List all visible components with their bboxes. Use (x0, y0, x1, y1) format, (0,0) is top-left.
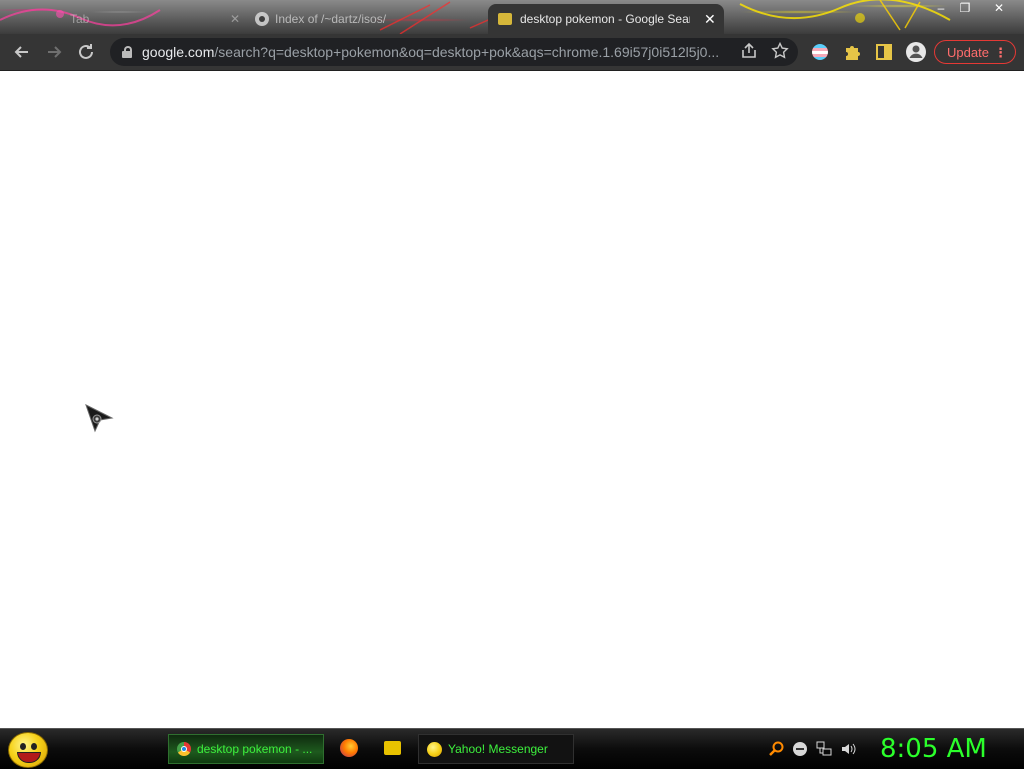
firefox-icon[interactable] (340, 739, 358, 757)
taskbar: desktop pokemon - ... Yahoo! Messenger 8… (0, 728, 1024, 769)
tab-title: Tab (70, 12, 90, 26)
url-host: google.com (142, 44, 215, 60)
search-icon[interactable] (768, 741, 784, 757)
side-panel-icon (876, 44, 892, 60)
close-window-button[interactable]: ✕ (988, 0, 1010, 16)
volume-icon[interactable] (840, 741, 856, 757)
profile-button[interactable] (904, 40, 928, 64)
minus-circle-icon[interactable] (792, 741, 808, 757)
share-icon[interactable] (740, 42, 758, 65)
trans-flag-icon (812, 44, 828, 60)
maximize-button[interactable]: ❐ (954, 0, 976, 16)
side-panel-button[interactable] (872, 40, 896, 64)
mouse-cursor-icon (85, 404, 114, 433)
close-tab-icon[interactable]: ✕ (230, 12, 240, 26)
doc-icon (498, 13, 512, 25)
tab-new-tab[interactable]: Tab ✕ (30, 4, 240, 34)
chrome-icon (177, 742, 191, 756)
extensions-button[interactable] (840, 40, 864, 64)
url-path: /search?q=desktop+pokemon&oq=desktop+pok… (214, 44, 720, 60)
address-bar[interactable]: google.com/search?q=desktop+pokemon&oq=d… (110, 38, 798, 66)
browser-toolbar: google.com/search?q=desktop+pokemon&oq=d… (0, 34, 1024, 71)
taskbar-item-label: Yahoo! Messenger (448, 742, 548, 756)
start-button[interactable] (8, 732, 48, 768)
avatar-icon (906, 42, 926, 62)
lock-icon[interactable] (122, 46, 132, 58)
yahoo-smiley-icon (427, 741, 442, 757)
globe-icon (255, 12, 269, 26)
arrow-left-icon (14, 46, 28, 58)
forward-button[interactable] (42, 40, 66, 64)
minimize-button[interactable]: – (930, 0, 952, 16)
profile-flag-button[interactable] (808, 40, 832, 64)
tab-strip: Tab ✕ Index of /~dartz/isos/ desktop pok… (0, 0, 1024, 34)
taskbar-item-chrome[interactable]: desktop pokemon - ... (168, 734, 324, 764)
bookmark-star-icon[interactable] (771, 41, 789, 65)
reload-button[interactable] (74, 40, 98, 64)
back-button[interactable] (10, 40, 34, 64)
network-icon[interactable] (816, 741, 832, 757)
more-menu-icon[interactable]: ⋮ (994, 41, 1007, 65)
taskbar-item-label: desktop pokemon - ... (197, 742, 313, 756)
page-content (0, 71, 1024, 728)
tab-title: Index of /~dartz/isos/ (275, 12, 387, 26)
folder-icon[interactable] (384, 741, 401, 755)
update-label: Update (947, 45, 989, 60)
reload-icon (79, 44, 93, 59)
puzzle-icon (846, 46, 860, 60)
tab-desktop-pokemon[interactable]: desktop pokemon - Google Sear ✕ (488, 4, 724, 34)
tab-title: desktop pokemon - Google Sear (520, 12, 690, 26)
update-button[interactable]: Update ⋮ (934, 40, 1016, 64)
close-tab-icon[interactable]: ✕ (704, 11, 716, 28)
url-text[interactable]: google.com/search?q=desktop+pokemon&oq=d… (142, 44, 732, 60)
tab-index-of-isos[interactable]: Index of /~dartz/isos/ (255, 4, 475, 34)
system-clock[interactable]: 8:05 AM (880, 731, 992, 767)
taskbar-item-yahoo-messenger[interactable]: Yahoo! Messenger (418, 734, 574, 764)
arrow-right-icon (48, 46, 62, 58)
